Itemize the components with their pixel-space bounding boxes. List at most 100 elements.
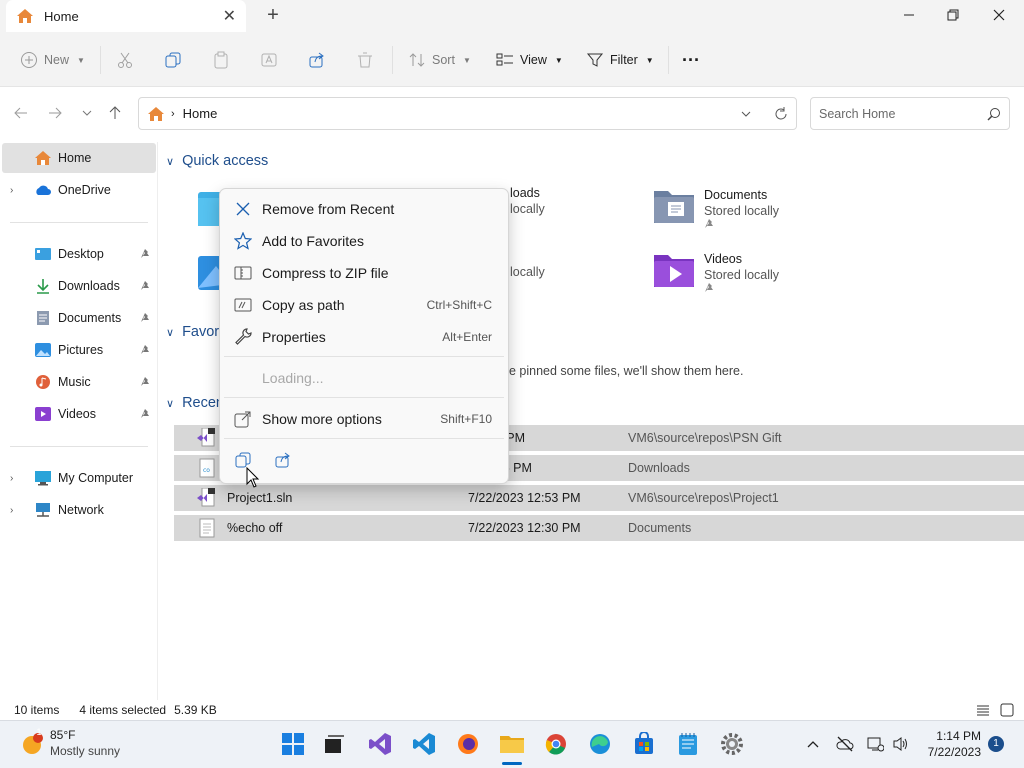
- store-icon[interactable]: [630, 730, 658, 758]
- sidebar-item-downloads[interactable]: Downloads: [2, 271, 156, 301]
- sidebar-item-desktop[interactable]: Desktop: [2, 239, 156, 269]
- close-window-button[interactable]: [976, 0, 1022, 30]
- recent-header[interactable]: ∨ Recen: [166, 391, 224, 415]
- new-button[interactable]: New ▼: [20, 46, 85, 74]
- refresh-icon[interactable]: [774, 106, 788, 121]
- videos-folder-icon: [652, 251, 696, 289]
- sidebar-item-network[interactable]: › Network: [2, 495, 156, 525]
- sidebar-item-music[interactable]: Music: [2, 367, 156, 397]
- sidebar-item-label: Music: [58, 375, 91, 389]
- menu-item-compress-to-zip[interactable]: Compress to ZIP file: [220, 257, 508, 289]
- pin-icon[interactable]: [140, 409, 150, 419]
- sidebar-item-my-computer[interactable]: › My Computer: [2, 463, 156, 493]
- scissors-icon: [116, 51, 134, 69]
- chrome-icon[interactable]: [542, 730, 570, 758]
- menu-item-show-more-options[interactable]: Show more options Shift+F10: [220, 403, 508, 435]
- address-dropdown-icon[interactable]: [740, 108, 752, 120]
- toolbar-divider: [100, 46, 101, 74]
- address-bar[interactable]: › Home: [138, 97, 797, 130]
- menu-item-remove-from-recent[interactable]: Remove from Recent: [220, 193, 508, 225]
- settings-gear-icon[interactable]: [718, 730, 746, 758]
- new-tab-button[interactable]: +: [262, 4, 284, 26]
- maximize-button[interactable]: [930, 0, 976, 30]
- tab-title: Home: [44, 8, 79, 24]
- more-options-button[interactable]: ···: [682, 46, 700, 74]
- start-windows-icon[interactable]: [279, 730, 307, 758]
- rename-button[interactable]: [260, 46, 278, 74]
- menu-item-label: Loading...: [262, 370, 324, 386]
- expand-chevron-icon[interactable]: ›: [10, 185, 24, 196]
- breadcrumb-home[interactable]: Home: [183, 106, 218, 121]
- share-button[interactable]: [308, 46, 326, 74]
- quick-access-tile-documents[interactable]: Documents Stored locally: [652, 187, 779, 229]
- volume-speaker-icon[interactable]: [892, 736, 910, 752]
- notification-count-badge[interactable]: 1: [988, 736, 1004, 752]
- pin-icon[interactable]: [140, 281, 150, 291]
- expand-chevron-icon[interactable]: ›: [10, 505, 24, 516]
- sidebar-item-onedrive[interactable]: › OneDrive: [2, 175, 156, 205]
- tile-subtitle: locally: [510, 202, 545, 216]
- copy-icon: [164, 51, 182, 69]
- firefox-icon[interactable]: [454, 730, 482, 758]
- menu-item-copy-as-path[interactable]: Copy as path Ctrl+Shift+C: [220, 289, 508, 321]
- row-location: Downloads: [628, 461, 690, 475]
- menu-item-properties[interactable]: Properties Alt+Enter: [220, 321, 508, 353]
- filter-button[interactable]: Filter ▼: [586, 46, 654, 74]
- details-view-icon[interactable]: [976, 703, 990, 717]
- task-view-icon[interactable]: [320, 730, 348, 758]
- copy-button[interactable]: [164, 46, 182, 74]
- open-external-icon: [234, 410, 252, 428]
- pin-icon[interactable]: [140, 249, 150, 259]
- close-tab-icon[interactable]: ✕: [223, 6, 236, 26]
- sort-button[interactable]: Sort ▼: [408, 46, 471, 74]
- up-arrow-icon[interactable]: [104, 102, 126, 124]
- sidebar-item-pictures[interactable]: Pictures: [2, 335, 156, 365]
- sidebar-item-documents[interactable]: Documents: [2, 303, 156, 333]
- favorites-header[interactable]: ∨ Favori: [166, 320, 222, 344]
- forward-arrow-icon[interactable]: [44, 102, 66, 124]
- menu-separator: [224, 356, 504, 357]
- sidebar-item-home[interactable]: Home: [2, 143, 156, 173]
- minimize-button[interactable]: [886, 0, 932, 30]
- paste-button[interactable]: [212, 46, 230, 74]
- weather-widget[interactable]: 85°F Mostly sunny: [50, 727, 120, 759]
- share-icon[interactable]: [274, 451, 292, 469]
- onedrive-offline-icon[interactable]: [836, 735, 854, 753]
- selected-count: 4 items selected: [79, 703, 167, 717]
- pin-icon[interactable]: [140, 313, 150, 323]
- quick-access-tile-videos[interactable]: Videos Stored locally: [652, 251, 779, 293]
- visual-studio-icon[interactable]: [366, 730, 394, 758]
- recent-locations-chevron-icon[interactable]: [76, 102, 98, 124]
- video-icon: [34, 406, 52, 422]
- pin-icon[interactable]: [140, 377, 150, 387]
- vscode-icon[interactable]: [410, 730, 438, 758]
- quick-access-header[interactable]: ∨ Quick access: [166, 149, 268, 173]
- expand-chevron-icon[interactable]: ›: [10, 473, 24, 484]
- cut-button[interactable]: [116, 46, 134, 74]
- tiles-view-icon[interactable]: [1000, 703, 1014, 717]
- search-box[interactable]: Search Home: [810, 97, 1010, 130]
- tile-name: Videos: [704, 252, 742, 266]
- table-row[interactable]: %echo off 7/22/2023 12:30 PM Documents: [174, 515, 1024, 541]
- toolbar-divider: [668, 46, 669, 74]
- show-hidden-icons-chevron-icon[interactable]: [806, 737, 820, 751]
- back-arrow-icon[interactable]: [10, 102, 32, 124]
- pin-icon[interactable]: [140, 345, 150, 355]
- collapse-chevron-icon: ∨: [166, 397, 175, 410]
- menu-item-add-to-favorites[interactable]: Add to Favorites: [220, 225, 508, 257]
- notepad-icon[interactable]: [674, 730, 702, 758]
- plus-circle-icon: [20, 51, 38, 69]
- edge-icon[interactable]: [586, 730, 614, 758]
- delete-button[interactable]: [356, 46, 374, 74]
- tab-home[interactable]: Home ✕: [6, 0, 246, 32]
- system-clock[interactable]: 1:14 PM 7/22/2023: [915, 728, 981, 760]
- sidebar-item-videos[interactable]: Videos: [2, 399, 156, 429]
- file-explorer-icon[interactable]: [498, 730, 526, 758]
- star-icon: [234, 232, 252, 250]
- wrench-icon: [234, 328, 252, 346]
- sidebar-item-label: Downloads: [58, 279, 120, 293]
- quick-access-tile-downloads[interactable]: loads locally: [510, 185, 545, 217]
- network-status-icon[interactable]: [866, 735, 884, 753]
- table-row[interactable]: Project1.sln 7/22/2023 12:53 PM VM6\sour…: [174, 485, 1024, 511]
- view-button[interactable]: View ▼: [496, 46, 563, 74]
